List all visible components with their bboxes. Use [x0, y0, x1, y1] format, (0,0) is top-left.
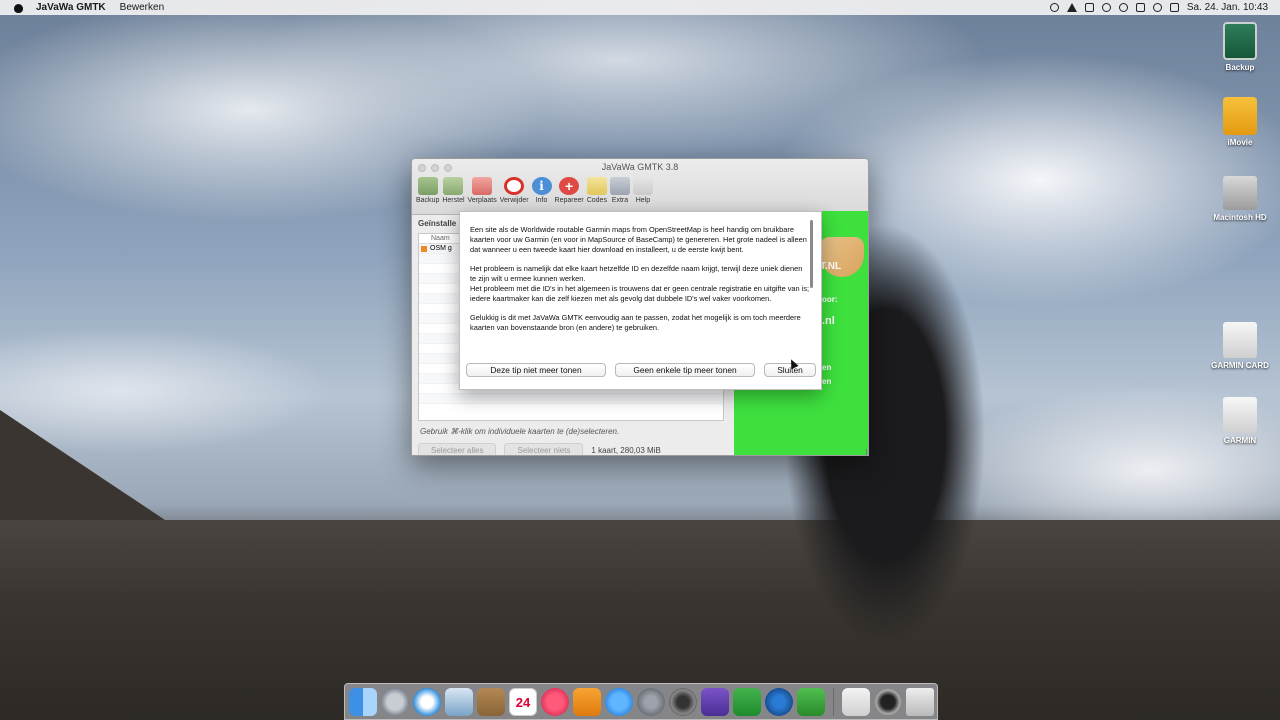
side-text-4: en: [822, 377, 832, 386]
wifi-icon[interactable]: [1152, 3, 1162, 12]
restore-icon: [443, 177, 464, 195]
help-icon: [632, 177, 653, 195]
map-checkbox[interactable]: [421, 245, 427, 252]
ibooks-icon[interactable]: [573, 687, 601, 716]
time-machine-drive-icon: [1223, 22, 1257, 60]
toolbar-help-button[interactable]: Help: [632, 177, 653, 204]
side-text-1: oor:: [822, 295, 838, 304]
airplay-icon[interactable]: [1084, 3, 1094, 12]
selection-hint: Gebruik ⌘-klik om individuele kaarten te…: [420, 427, 620, 436]
photo-booth-icon[interactable]: [669, 687, 697, 716]
record-icon[interactable]: [1049, 3, 1059, 12]
preview-icon[interactable]: [445, 687, 473, 716]
tip-buttons: Deze tip niet meer tonen Geen enkele tip…: [466, 363, 816, 377]
logo-text: T.NL: [820, 261, 842, 272]
toolbar-verwijder-button[interactable]: Verwijder: [500, 177, 529, 204]
toolbar-extra-button[interactable]: Extra: [609, 177, 630, 204]
side-text-3: en: [822, 363, 832, 372]
desktop-icon-imovie[interactable]: iMovie: [1200, 97, 1280, 147]
select-all-button[interactable]: Selecteer alles: [418, 443, 497, 455]
upload-icon[interactable]: [1066, 3, 1077, 12]
selection-buttons: Selecteer alles Selecteer niets 1 kaart,…: [418, 443, 661, 455]
tip-text-area[interactable]: Een site als de Worldwide routable Garmi…: [470, 225, 810, 359]
installed-label: Geïnstalle: [418, 219, 457, 228]
toolbar-info-button[interactable]: i Info: [531, 177, 552, 204]
dont-show-this-tip-button[interactable]: Deze tip niet meer tonen: [466, 363, 606, 377]
time-machine-icon[interactable]: [1101, 3, 1111, 12]
javawa-gmtk-icon[interactable]: [797, 687, 825, 716]
desktop-icon-backup[interactable]: Backup: [1200, 22, 1280, 72]
preview-document-icon[interactable]: [842, 687, 870, 716]
lock-icon[interactable]: [1135, 3, 1145, 12]
finder-icon[interactable]: [349, 687, 377, 716]
toolbar-verplaats-button[interactable]: Verplaats: [468, 177, 497, 204]
dock-separator: [833, 687, 834, 716]
repair-icon: +: [559, 177, 580, 195]
system-preferences-icon[interactable]: [637, 687, 665, 716]
list-row-empty: [419, 394, 723, 404]
bluetooth-icon[interactable]: [1118, 3, 1128, 12]
map-name: OSM g: [430, 244, 452, 252]
clock[interactable]: Sa. 24. Jan. 10:43: [1187, 2, 1268, 13]
imovie-icon[interactable]: [701, 687, 729, 716]
removable-drive-icon: [1223, 397, 1257, 433]
menu-bewerken[interactable]: Bewerken: [120, 2, 164, 13]
hard-drive-icon: [1223, 176, 1257, 210]
contacts-icon[interactable]: [477, 687, 505, 716]
side-text-2[interactable]: .nl: [822, 315, 835, 327]
desktop-icon-garmin[interactable]: GARMIN: [1200, 397, 1280, 445]
toolbar-repareer-button[interactable]: + Repareer: [555, 177, 584, 204]
dont-show-any-tips-button[interactable]: Geen enkele tip meer tonen: [615, 363, 755, 377]
tip-dialog: Een site als de Worldwide routable Garmi…: [459, 211, 822, 390]
delete-icon: [504, 177, 525, 195]
title-bar: JaVaWa GMTK 3.8 Backup Herstel Verplaats…: [412, 159, 868, 215]
app-menu[interactable]: JaVaWa GMTK: [36, 2, 106, 13]
apple-menu-icon[interactable]: [12, 2, 26, 14]
launchpad-icon[interactable]: [381, 687, 409, 716]
tip-paragraph-3: Gelukkig is dit met JaVaWa GMTK eenvoudi…: [470, 313, 801, 332]
removable-drive-icon: [1223, 322, 1257, 358]
quicktime-icon[interactable]: [765, 687, 793, 716]
dock: 24: [344, 683, 938, 720]
toolbar-codes-button[interactable]: Codes: [587, 177, 607, 204]
menu-bar: JaVaWa GMTK Bewerken Sa. 24. Jan. 10:43: [0, 0, 1280, 15]
mountain-silhouette: [0, 410, 180, 530]
desktop-icon-macintosh-hd[interactable]: Macintosh HD: [1200, 172, 1280, 222]
toolbar-herstel-button[interactable]: Herstel: [442, 177, 465, 204]
backup-icon: [417, 177, 438, 195]
tip-scrollbar[interactable]: [810, 220, 813, 288]
tip-paragraph-2: Het probleem is namelijk dat elke kaart …: [470, 264, 810, 303]
itunes-icon[interactable]: [541, 687, 569, 716]
calendar-icon[interactable]: 24: [509, 687, 537, 716]
numbers-icon[interactable]: [733, 687, 761, 716]
window-title: JaVaWa GMTK 3.8: [601, 162, 679, 172]
info-icon: i: [531, 177, 552, 195]
folder-icon: [1223, 97, 1257, 135]
codes-icon: [586, 177, 607, 195]
size-info: 1 kaart, 280,03 MiB: [591, 445, 661, 455]
tip-paragraph-1: Een site als de Worldwide routable Garmi…: [470, 225, 807, 254]
toolbar: Backup Herstel Verplaats Verwijder i Inf…: [416, 177, 656, 204]
app-store-icon[interactable]: [605, 687, 633, 716]
status-area: Sa. 24. Jan. 10:43: [1049, 0, 1268, 15]
safari-icon[interactable]: [413, 687, 441, 716]
volume-icon[interactable]: [1169, 3, 1179, 12]
extra-icon: [609, 177, 630, 195]
camera-icon[interactable]: [874, 687, 902, 716]
select-none-button[interactable]: Selecteer niets: [504, 443, 584, 455]
toolbar-backup-button[interactable]: Backup: [416, 177, 439, 204]
resize-handle-icon[interactable]: [859, 449, 867, 455]
move-icon: [472, 177, 493, 195]
trash-icon[interactable]: [906, 687, 934, 716]
desktop-icon-garmin-card[interactable]: GARMIN CARD: [1200, 322, 1280, 370]
